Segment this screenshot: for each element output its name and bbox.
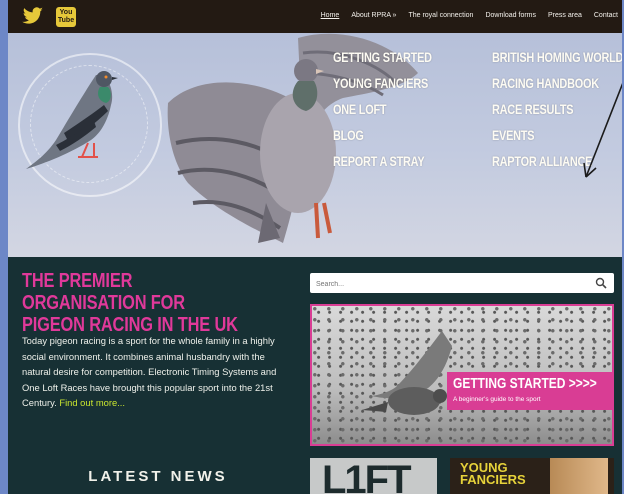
hero-menu-left: GETTING STARTED YOUNG FANCIERS ONE LOFT … [333, 49, 460, 170]
latest-news-heading: LATEST NEWS [88, 468, 228, 485]
nav-home[interactable]: Home [321, 12, 340, 19]
twitter-icon[interactable] [22, 7, 44, 25]
social-links: You Tube [22, 7, 76, 27]
menu-blog[interactable]: BLOG [333, 127, 432, 144]
nav-about-rpra[interactable]: About RPRA » [351, 12, 396, 19]
nav-royal-connection[interactable]: The royal connection [408, 12, 473, 19]
top-bar: You Tube Home About RPRA » The royal con… [8, 0, 622, 33]
nav-download-forms[interactable]: Download forms [485, 12, 536, 19]
annotation-arrow-icon [583, 83, 622, 178]
pigeon-logo-icon[interactable] [16, 45, 156, 180]
menu-getting-started[interactable]: GETTING STARTED [333, 49, 432, 66]
getting-started-title: GETTING STARTED >>>> [453, 375, 597, 392]
page-frame: You Tube Home About RPRA » The royal con… [8, 0, 622, 494]
menu-one-loft[interactable]: ONE LOFT [333, 101, 432, 118]
top-nav: Home About RPRA » The royal connection D… [321, 12, 618, 19]
page-headline: THE PREMIER ORGANISATION FOR PIGEON RACI… [22, 270, 238, 336]
nav-press-area[interactable]: Press area [548, 12, 582, 19]
intro-paragraph: Today pigeon racing is a sport for the w… [22, 333, 294, 411]
search-input[interactable] [310, 274, 592, 295]
window-border-left [0, 0, 8, 494]
menu-british-homing-world[interactable]: BRITISH HOMING WORLD [492, 49, 622, 66]
loft-logo-text: L1FT [322, 458, 412, 494]
hero-banner: GETTING STARTED YOUNG FANCIERS ONE LOFT … [8, 33, 622, 257]
menu-report-a-stray[interactable]: REPORT A STRAY [333, 153, 432, 170]
getting-started-banner: GETTING STARTED >>>> A beginner's guide … [447, 372, 612, 410]
find-out-more-link[interactable]: Find out more... [59, 397, 125, 408]
menu-young-fanciers[interactable]: YOUNG FANCIERS [333, 75, 432, 92]
young-fancier-photo [550, 458, 608, 494]
getting-started-card[interactable]: GETTING STARTED >>>> A beginner's guide … [310, 304, 614, 446]
youtube-icon[interactable]: You Tube [56, 7, 76, 27]
search-icon[interactable] [595, 277, 607, 289]
one-loft-tile[interactable]: L1FT [310, 458, 437, 494]
young-fanciers-tile[interactable]: YOUNG FANCIERS [450, 458, 614, 494]
getting-started-subtitle: A beginner's guide to the sport [453, 396, 541, 403]
young-fanciers-tile-label: YOUNG FANCIERS [460, 460, 526, 487]
search-box [310, 273, 614, 295]
nav-contact[interactable]: Contact [594, 12, 618, 19]
